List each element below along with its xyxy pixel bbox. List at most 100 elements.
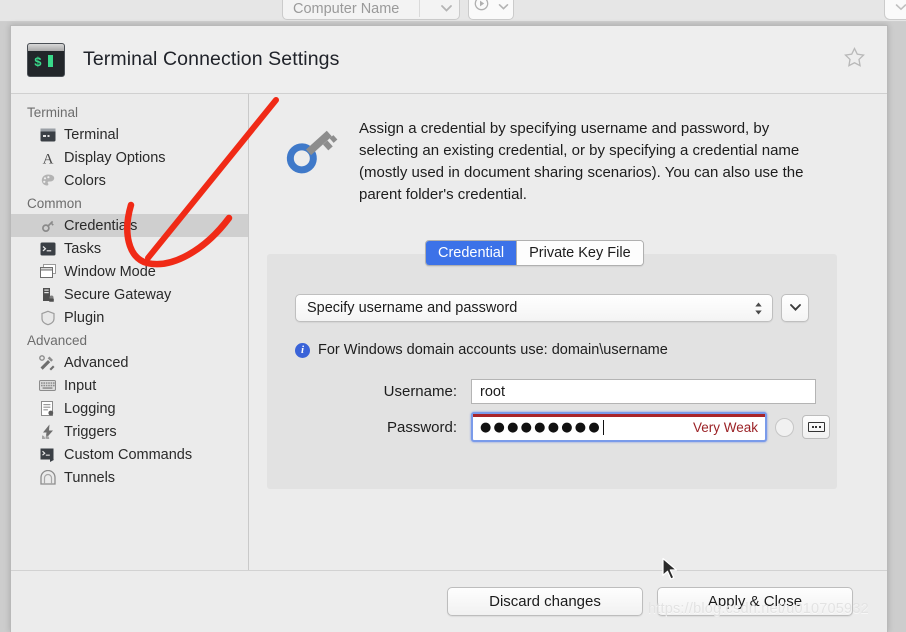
password-row: Password: ●●●●●●●●● Very Weak — [359, 412, 830, 442]
toolbar-corner-button[interactable] — [884, 0, 906, 20]
document-log-icon — [39, 400, 56, 417]
status-dot-icon[interactable] — [775, 418, 794, 437]
sidebar-item-label: Custom Commands — [64, 447, 192, 463]
key-icon — [39, 217, 56, 234]
sidebar-item-custom-commands[interactable]: Custom Commands — [11, 443, 248, 466]
terminal-connection-settings-dialog: $ Terminal Connection Settings Terminal … — [10, 25, 888, 632]
sidebar-item-colors[interactable]: Colors — [11, 169, 248, 192]
sidebar-item-triggers[interactable]: Triggers — [11, 420, 248, 443]
password-masked-value: ●●●●●●●●● — [480, 421, 602, 434]
keyboard-icon — [39, 377, 56, 394]
sidebar-group-advanced: Advanced — [11, 329, 248, 351]
domain-hint-text: For Windows domain accounts use: domain\… — [318, 342, 668, 358]
terminal-icon: $ — [27, 43, 65, 77]
gateway-icon — [39, 286, 56, 303]
credential-mode-select[interactable]: Specify username and password — [295, 294, 773, 322]
combo-divider — [419, 0, 420, 17]
dialog-body: Terminal Terminal A Display Options — [11, 94, 887, 570]
sidebar-item-plugin[interactable]: Plugin — [11, 306, 248, 329]
tab-private-key-file[interactable]: Private Key File — [516, 241, 643, 265]
updown-stepper-icon[interactable] — [753, 301, 764, 316]
sidebar-group-terminal: Terminal — [11, 101, 248, 123]
terminal-prompt-glyph: $ — [34, 55, 43, 70]
sidebar-item-tasks[interactable]: Tasks — [11, 237, 248, 260]
page-title: Terminal Connection Settings — [83, 48, 339, 71]
connect-play-button[interactable] — [468, 0, 514, 20]
credential-card: Credential Private Key File Specify user… — [267, 254, 837, 489]
sidebar-item-secure-gateway[interactable]: Secure Gateway — [11, 283, 248, 306]
credential-mode-value: Specify username and password — [307, 300, 517, 316]
sidebar-item-label: Triggers — [64, 424, 117, 440]
sidebar-item-tunnels[interactable]: Tunnels — [11, 466, 248, 489]
intro-block: Assign a credential by specifying userna… — [271, 112, 863, 206]
tunnel-icon — [39, 469, 56, 486]
username-row: Username: root — [359, 379, 816, 404]
chevron-down-icon[interactable] — [440, 1, 453, 17]
sidebar-item-label: Terminal — [64, 127, 119, 143]
sidebar-item-display-options[interactable]: A Display Options — [11, 146, 248, 169]
star-outline-icon[interactable] — [843, 46, 866, 74]
password-label: Password: — [359, 419, 471, 436]
username-label: Username: — [359, 383, 471, 400]
sidebar-item-label: Tunnels — [64, 470, 115, 486]
svg-text:A: A — [42, 151, 53, 166]
chevron-down-icon[interactable] — [789, 299, 802, 317]
text-caret — [603, 420, 604, 435]
screen: Computer Name $ Term — [0, 0, 906, 632]
terminal-icon — [39, 126, 56, 143]
credential-tabs: Credential Private Key File — [425, 240, 644, 266]
sidebar-group-common: Common — [11, 192, 248, 214]
chevron-down-icon[interactable] — [498, 0, 509, 16]
background-toolbar: Computer Name — [0, 0, 906, 22]
username-value: root — [480, 384, 505, 400]
sidebar-item-label: Display Options — [64, 150, 166, 166]
terminal-cursor-block — [48, 55, 53, 67]
color-palette-icon — [39, 172, 56, 189]
credentials-panel: Assign a credential by specifying userna… — [249, 94, 887, 570]
keyboard-button-icon[interactable] — [802, 415, 830, 439]
play-circle-icon[interactable] — [474, 0, 489, 16]
sidebar-item-label: Secure Gateway — [64, 287, 171, 303]
apply-and-close-button[interactable]: Apply & Close — [657, 587, 853, 616]
discard-changes-button[interactable]: Discard changes — [447, 587, 643, 616]
lightning-icon — [39, 423, 56, 440]
computer-name-label: Computer Name — [293, 1, 399, 17]
info-icon: i — [295, 343, 310, 358]
credential-mode-dropdown-button[interactable] — [781, 294, 809, 322]
username-input[interactable]: root — [471, 379, 816, 404]
sidebar-item-input[interactable]: Input — [11, 374, 248, 397]
sidebar-item-label: Input — [64, 378, 96, 394]
dialog-footer: Discard changes Apply & Close — [11, 570, 887, 632]
console-icon — [39, 240, 56, 257]
command-prompt-icon — [39, 446, 56, 463]
password-input[interactable]: ●●●●●●●●● Very Weak — [471, 412, 767, 442]
computer-name-combo[interactable]: Computer Name — [282, 0, 460, 20]
sidebar-item-advanced[interactable]: Advanced — [11, 351, 248, 374]
password-strength-label: Very Weak — [693, 420, 758, 435]
favorite-button[interactable] — [839, 45, 869, 75]
sidebar-item-logging[interactable]: Logging — [11, 397, 248, 420]
tab-credential[interactable]: Credential — [426, 241, 516, 265]
sidebar-item-terminal[interactable]: Terminal — [11, 123, 248, 146]
window-icon — [39, 263, 56, 280]
tools-icon — [39, 354, 56, 371]
intro-description: Assign a credential by specifying userna… — [359, 116, 814, 206]
sidebar-item-label: Colors — [64, 173, 106, 189]
font-a-icon: A — [39, 149, 56, 166]
plugin-shield-icon — [39, 309, 56, 326]
sidebar-item-label: Advanced — [64, 355, 129, 371]
sidebar-item-label: Tasks — [64, 241, 101, 257]
dialog-header: $ Terminal Connection Settings — [11, 26, 887, 94]
key-icon — [279, 116, 345, 206]
credential-mode-row: Specify username and password — [295, 294, 809, 322]
sidebar-item-label: Window Mode — [64, 264, 156, 280]
sidebar-item-label: Plugin — [64, 310, 104, 326]
sidebar-item-window-mode[interactable]: Window Mode — [11, 260, 248, 283]
keypad-glyph — [808, 422, 825, 432]
sidebar-item-label: Credentials — [64, 218, 137, 234]
sidebar-item-label: Logging — [64, 401, 116, 417]
settings-sidebar: Terminal Terminal A Display Options — [11, 94, 249, 570]
sidebar-item-credentials[interactable]: Credentials — [11, 214, 248, 237]
chevron-down-icon[interactable] — [895, 0, 906, 17]
domain-hint: i For Windows domain accounts use: domai… — [295, 342, 668, 358]
